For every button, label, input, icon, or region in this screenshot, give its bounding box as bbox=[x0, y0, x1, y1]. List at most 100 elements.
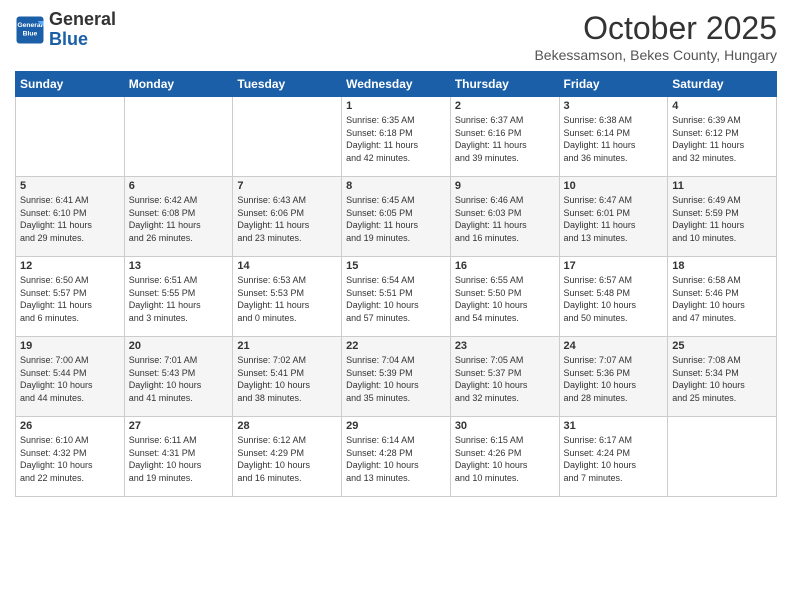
calendar-cell: 18 Sunrise: 6:58 AM Sunset: 5:46 PM Dayli… bbox=[668, 257, 777, 337]
day-number: 13 bbox=[129, 260, 229, 272]
calendar-cell: 16 Sunrise: 6:55 AM Sunset: 5:50 PM Dayli… bbox=[450, 257, 559, 337]
calendar-cell: 21 Sunrise: 7:02 AM Sunset: 5:41 PM Dayli… bbox=[233, 337, 342, 417]
calendar-cell: 26Sunrise: 6:10 AM Sunset: 4:32 PM Dayli… bbox=[16, 417, 125, 497]
calendar-cell bbox=[668, 417, 777, 497]
day-info: Sunrise: 6:11 AM Sunset: 4:31 PM Dayligh… bbox=[129, 434, 229, 484]
calendar-cell: 11Sunrise: 6:49 AM Sunset: 5:59 PM Dayli… bbox=[668, 177, 777, 257]
day-number: 15 bbox=[346, 260, 446, 272]
day-number: 24 bbox=[564, 340, 664, 352]
calendar-cell: 1 Sunrise: 6:35 AM Sunset: 6:18 PM Daylig… bbox=[342, 97, 451, 177]
day-number: 17 bbox=[564, 260, 664, 272]
day-info: Sunrise: 6:54 AM Sunset: 5:51 PM Dayligh… bbox=[346, 274, 446, 324]
title-block: October 2025 Bekessamson, Bekes County, … bbox=[534, 10, 777, 63]
day-info: Sunrise: 6:17 AM Sunset: 4:24 PM Dayligh… bbox=[564, 434, 664, 484]
day-number: 18 bbox=[672, 260, 772, 272]
location-subtitle: Bekessamson, Bekes County, Hungary bbox=[534, 47, 777, 63]
calendar-body: 1 Sunrise: 6:35 AM Sunset: 6:18 PM Daylig… bbox=[16, 97, 777, 497]
day-number: 25 bbox=[672, 340, 772, 352]
day-number: 4 bbox=[672, 100, 772, 112]
logo-icon: General Blue bbox=[15, 15, 45, 45]
day-info: Sunrise: 6:14 AM Sunset: 4:28 PM Dayligh… bbox=[346, 434, 446, 484]
day-number: 9 bbox=[455, 180, 555, 192]
calendar-cell bbox=[124, 97, 233, 177]
calendar-cell: 31 Sunrise: 6:17 AM Sunset: 4:24 PM Dayli… bbox=[559, 417, 668, 497]
calendar-table: SundayMondayTuesdayWednesdayThursdayFrid… bbox=[15, 71, 777, 497]
day-number: 19 bbox=[20, 340, 120, 352]
day-number: 28 bbox=[237, 420, 337, 432]
day-number: 23 bbox=[455, 340, 555, 352]
calendar-cell: 20Sunrise: 7:01 AM Sunset: 5:43 PM Dayli… bbox=[124, 337, 233, 417]
days-header-row: SundayMondayTuesdayWednesdayThursdayFrid… bbox=[16, 72, 777, 97]
calendar-cell: 10 Sunrise: 6:47 AM Sunset: 6:01 PM Dayli… bbox=[559, 177, 668, 257]
day-info: Sunrise: 6:47 AM Sunset: 6:01 PM Dayligh… bbox=[564, 194, 664, 244]
day-info: Sunrise: 6:41 AM Sunset: 6:10 PM Dayligh… bbox=[20, 194, 120, 244]
svg-text:General: General bbox=[17, 22, 42, 29]
day-info: Sunrise: 6:58 AM Sunset: 5:46 PM Dayligh… bbox=[672, 274, 772, 324]
day-info: Sunrise: 7:02 AM Sunset: 5:41 PM Dayligh… bbox=[237, 354, 337, 404]
day-info: Sunrise: 7:05 AM Sunset: 5:37 PM Dayligh… bbox=[455, 354, 555, 404]
month-title: October 2025 bbox=[534, 10, 777, 47]
day-info: Sunrise: 6:45 AM Sunset: 6:05 PM Dayligh… bbox=[346, 194, 446, 244]
day-info: Sunrise: 6:53 AM Sunset: 5:53 PM Dayligh… bbox=[237, 274, 337, 324]
day-header-tuesday: Tuesday bbox=[233, 72, 342, 97]
day-number: 2 bbox=[455, 100, 555, 112]
day-number: 21 bbox=[237, 340, 337, 352]
day-number: 5 bbox=[20, 180, 120, 192]
calendar-cell: 4 Sunrise: 6:39 AM Sunset: 6:12 PM Daylig… bbox=[668, 97, 777, 177]
day-info: Sunrise: 6:42 AM Sunset: 6:08 PM Dayligh… bbox=[129, 194, 229, 244]
day-number: 8 bbox=[346, 180, 446, 192]
day-number: 10 bbox=[564, 180, 664, 192]
calendar-cell: 12 Sunrise: 6:50 AM Sunset: 5:57 PM Dayli… bbox=[16, 257, 125, 337]
day-number: 11 bbox=[672, 180, 772, 192]
week-row-2: 5 Sunrise: 6:41 AM Sunset: 6:10 PM Daylig… bbox=[16, 177, 777, 257]
day-number: 16 bbox=[455, 260, 555, 272]
day-info: Sunrise: 6:55 AM Sunset: 5:50 PM Dayligh… bbox=[455, 274, 555, 324]
calendar-cell: 9 Sunrise: 6:46 AM Sunset: 6:03 PM Daylig… bbox=[450, 177, 559, 257]
calendar-cell: 7Sunrise: 6:43 AM Sunset: 6:06 PM Daylig… bbox=[233, 177, 342, 257]
day-number: 22 bbox=[346, 340, 446, 352]
day-number: 6 bbox=[129, 180, 229, 192]
day-header-saturday: Saturday bbox=[668, 72, 777, 97]
calendar-cell: 25 Sunrise: 7:08 AM Sunset: 5:34 PM Dayli… bbox=[668, 337, 777, 417]
calendar-cell bbox=[233, 97, 342, 177]
day-number: 7 bbox=[237, 180, 337, 192]
day-info: Sunrise: 6:57 AM Sunset: 5:48 PM Dayligh… bbox=[564, 274, 664, 324]
day-info: Sunrise: 7:00 AM Sunset: 5:44 PM Dayligh… bbox=[20, 354, 120, 404]
calendar-cell: 3Sunrise: 6:38 AM Sunset: 6:14 PM Daylig… bbox=[559, 97, 668, 177]
day-info: Sunrise: 7:08 AM Sunset: 5:34 PM Dayligh… bbox=[672, 354, 772, 404]
day-info: Sunrise: 7:01 AM Sunset: 5:43 PM Dayligh… bbox=[129, 354, 229, 404]
calendar-cell: 8 Sunrise: 6:45 AM Sunset: 6:05 PM Daylig… bbox=[342, 177, 451, 257]
day-info: Sunrise: 6:50 AM Sunset: 5:57 PM Dayligh… bbox=[20, 274, 120, 324]
day-info: Sunrise: 6:35 AM Sunset: 6:18 PM Dayligh… bbox=[346, 114, 446, 164]
calendar-cell: 14 Sunrise: 6:53 AM Sunset: 5:53 PM Dayli… bbox=[233, 257, 342, 337]
calendar-cell: 19 Sunrise: 7:00 AM Sunset: 5:44 PM Dayli… bbox=[16, 337, 125, 417]
svg-text:Blue: Blue bbox=[23, 30, 38, 37]
calendar-cell: 30 Sunrise: 6:15 AM Sunset: 4:26 PM Dayli… bbox=[450, 417, 559, 497]
day-info: Sunrise: 6:46 AM Sunset: 6:03 PM Dayligh… bbox=[455, 194, 555, 244]
day-number: 12 bbox=[20, 260, 120, 272]
day-info: Sunrise: 6:12 AM Sunset: 4:29 PM Dayligh… bbox=[237, 434, 337, 484]
day-number: 30 bbox=[455, 420, 555, 432]
day-info: Sunrise: 7:04 AM Sunset: 5:39 PM Dayligh… bbox=[346, 354, 446, 404]
day-number: 31 bbox=[564, 420, 664, 432]
calendar-thead: SundayMondayTuesdayWednesdayThursdayFrid… bbox=[16, 72, 777, 97]
day-info: Sunrise: 6:39 AM Sunset: 6:12 PM Dayligh… bbox=[672, 114, 772, 164]
calendar-cell bbox=[16, 97, 125, 177]
calendar-container: General Blue General Blue October 2025 B… bbox=[0, 0, 792, 507]
day-number: 14 bbox=[237, 260, 337, 272]
day-number: 3 bbox=[564, 100, 664, 112]
day-header-friday: Friday bbox=[559, 72, 668, 97]
week-row-5: 26Sunrise: 6:10 AM Sunset: 4:32 PM Dayli… bbox=[16, 417, 777, 497]
calendar-cell: 22 Sunrise: 7:04 AM Sunset: 5:39 PM Dayli… bbox=[342, 337, 451, 417]
logo: General Blue General Blue bbox=[15, 10, 116, 50]
day-info: Sunrise: 6:15 AM Sunset: 4:26 PM Dayligh… bbox=[455, 434, 555, 484]
day-header-thursday: Thursday bbox=[450, 72, 559, 97]
day-header-wednesday: Wednesday bbox=[342, 72, 451, 97]
day-info: Sunrise: 6:51 AM Sunset: 5:55 PM Dayligh… bbox=[129, 274, 229, 324]
calendar-cell: 5 Sunrise: 6:41 AM Sunset: 6:10 PM Daylig… bbox=[16, 177, 125, 257]
day-number: 26 bbox=[20, 420, 120, 432]
week-row-3: 12 Sunrise: 6:50 AM Sunset: 5:57 PM Dayli… bbox=[16, 257, 777, 337]
calendar-cell: 13 Sunrise: 6:51 AM Sunset: 5:55 PM Dayli… bbox=[124, 257, 233, 337]
day-number: 1 bbox=[346, 100, 446, 112]
logo-blue-text: Blue bbox=[49, 29, 88, 49]
